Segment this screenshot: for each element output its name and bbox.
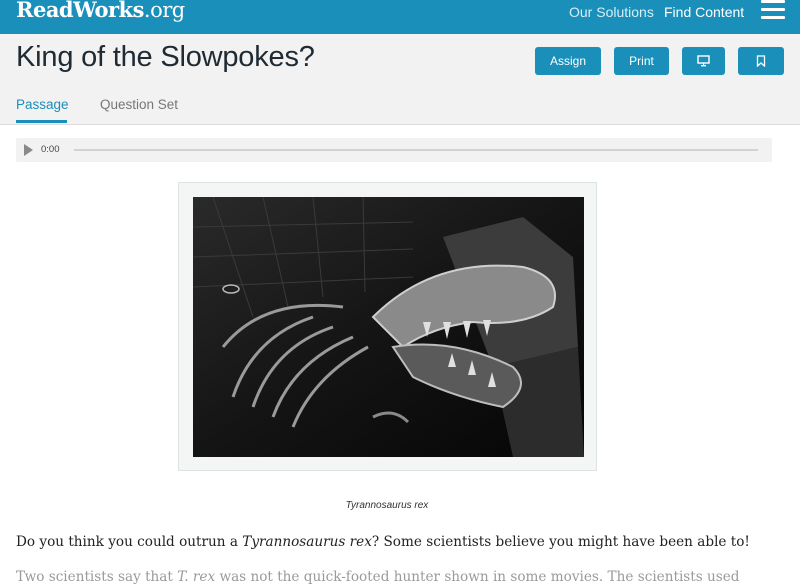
trex-skeleton-image xyxy=(193,197,584,457)
tab-question-set[interactable]: Question Set xyxy=(100,97,178,112)
nav-our-solutions[interactable]: Our Solutions xyxy=(569,4,654,20)
p2-text-end: was not the quick-footed hunter shown in… xyxy=(215,569,740,585)
top-navbar: ReadWorks.org Our Solutions Find Content xyxy=(0,0,800,34)
p2-italic-species: T. rex xyxy=(177,569,216,585)
bookmark-icon xyxy=(756,55,766,67)
p1-text-start: Do you think you could outrun a xyxy=(16,534,243,550)
logo-text: ReadWorks xyxy=(16,0,144,22)
audio-time: 0:00 xyxy=(41,144,60,155)
p2-text-start: Two scientists say that xyxy=(16,569,178,585)
p1-text-end: ? Some scientists believe you might have… xyxy=(371,534,750,550)
audio-progress-bar[interactable] xyxy=(74,149,758,151)
passage-figure xyxy=(178,182,597,471)
logo-suffix: .org xyxy=(143,0,185,22)
nav-find-content[interactable]: Find Content xyxy=(664,4,744,20)
monitor-icon xyxy=(697,55,710,67)
figure-caption: Tyrannosaurus rex xyxy=(345,500,429,511)
active-tab-indicator xyxy=(16,120,67,123)
audio-player: 0:00 xyxy=(16,138,772,162)
assign-button[interactable]: Assign xyxy=(535,47,601,75)
play-icon[interactable] xyxy=(24,144,33,156)
tab-passage[interactable]: Passage xyxy=(16,97,69,112)
print-button[interactable]: Print xyxy=(614,47,669,75)
p1-italic-species: Tyrannosaurus rex xyxy=(242,534,372,550)
passage-paragraph-1: Do you think you could outrun a Tyrannos… xyxy=(16,534,750,550)
passage-paragraph-2: Two scientists say that T. rex was not t… xyxy=(16,569,740,585)
bookmark-button[interactable] xyxy=(738,47,784,75)
present-button[interactable] xyxy=(682,47,725,75)
page-title: King of the Slowpokes? xyxy=(16,41,315,73)
readworks-logo[interactable]: ReadWorks.org xyxy=(16,0,185,22)
hamburger-icon[interactable] xyxy=(761,0,785,20)
